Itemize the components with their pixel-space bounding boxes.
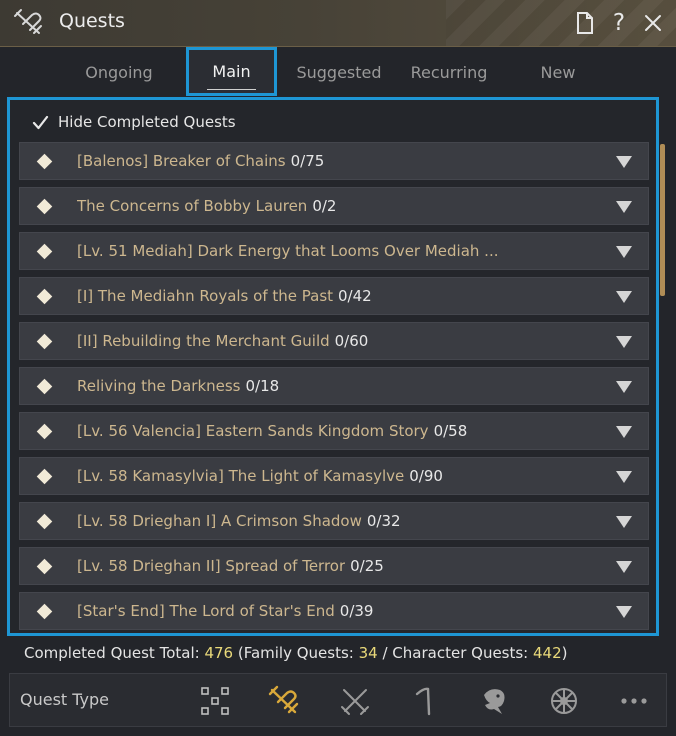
- expand-arrow-icon[interactable]: [616, 426, 632, 438]
- expand-arrow-icon[interactable]: [616, 156, 632, 168]
- quest-row[interactable]: [Lv. 58 Kamasylvia] The Light of Kamasyl…: [19, 457, 649, 495]
- hide-completed-label: Hide Completed Quests: [58, 113, 236, 131]
- quest-diamond-icon: [36, 468, 53, 484]
- quest-row[interactable]: [II] Rebuilding the Merchant Guild 0/60: [19, 322, 649, 360]
- expand-arrow-icon[interactable]: [616, 516, 632, 528]
- quest-tabs: Ongoing Main Suggested Recurring New: [0, 47, 676, 98]
- quest-name: [Lv. 51 Mediah] Dark Energy that Looms O…: [77, 242, 499, 260]
- family-quests-value: 34: [358, 644, 378, 662]
- expand-arrow-icon[interactable]: [616, 381, 632, 393]
- family-quests-label: (Family Quests:: [233, 644, 359, 662]
- window-title: Quests: [59, 10, 125, 32]
- quest-progress: 0/58: [433, 422, 468, 440]
- expand-arrow-icon[interactable]: [616, 471, 632, 483]
- hide-completed-checkbox[interactable]: [32, 114, 49, 131]
- quest-diamond-icon: [36, 198, 53, 214]
- quest-type-all-button[interactable]: [197, 683, 233, 719]
- quest-diamond-icon: [36, 243, 53, 259]
- quest-name: [Balenos] Breaker of Chains: [77, 152, 286, 170]
- tab-suggested[interactable]: Suggested: [283, 48, 395, 96]
- quest-type-combat-button[interactable]: [337, 683, 373, 719]
- scroll-quill-icon: [268, 685, 299, 714]
- quest-diamond-icon: [36, 423, 53, 439]
- quest-diamond-icon: [36, 603, 53, 619]
- quest-type-more-button[interactable]: [616, 683, 652, 719]
- ship-wheel-icon: [551, 688, 577, 714]
- tab-main[interactable]: Main: [186, 47, 277, 96]
- quest-name: Reliving the Darkness: [77, 377, 241, 395]
- quest-name: [Star's End] The Lord of Star's End: [77, 602, 335, 620]
- help-button[interactable]: ?: [606, 9, 632, 37]
- expand-arrow-icon[interactable]: [616, 336, 632, 348]
- quest-progress: 0/75: [290, 152, 325, 170]
- checkmark-icon: [32, 115, 49, 129]
- expand-arrow-icon[interactable]: [616, 201, 632, 213]
- title-bar[interactable]: Quests ?: [0, 0, 676, 47]
- quest-progress: 0/90: [409, 467, 443, 485]
- expand-arrow-icon[interactable]: [616, 606, 632, 618]
- quest-diamond-icon: [36, 513, 53, 529]
- quest-row[interactable]: [Lv. 56 Valencia] Eastern Sands Kingdom …: [19, 412, 649, 450]
- quest-diamond-icon: [36, 153, 53, 169]
- expand-arrow-icon[interactable]: [616, 561, 632, 573]
- document-icon: [577, 12, 593, 34]
- quest-progress: 0/18: [245, 377, 280, 395]
- quest-row[interactable]: [Balenos] Breaker of Chains 0/75: [19, 142, 649, 180]
- quest-row[interactable]: [Lv. 58 Drieghan II] Spread of Terror 0/…: [19, 547, 649, 585]
- quest-diamond-icon: [36, 378, 53, 394]
- quest-type-story-button[interactable]: [266, 683, 302, 719]
- gathering-tool-icon: [415, 687, 431, 716]
- character-quests-value: 442: [533, 644, 562, 662]
- completed-total-label: Completed Quest Total:: [24, 644, 205, 662]
- quest-row[interactable]: The Concerns of Bobby Lauren 0/2: [19, 187, 649, 225]
- quest-progress: 0/39: [339, 602, 374, 620]
- more-icon: [621, 698, 647, 704]
- quest-row[interactable]: [Star's End] The Lord of Star's End 0/39: [19, 592, 649, 630]
- summary-close-paren: ): [561, 644, 568, 662]
- quest-progress: 0/25: [350, 557, 384, 575]
- hide-completed-toggle[interactable]: Hide Completed Quests: [32, 110, 236, 134]
- quest-type-fishing-button[interactable]: [476, 683, 512, 719]
- document-button[interactable]: [572, 9, 598, 37]
- close-button[interactable]: [640, 9, 666, 37]
- expand-arrow-icon[interactable]: [616, 246, 632, 258]
- all-types-icon: [201, 687, 229, 715]
- quest-progress: 0/2: [312, 197, 337, 215]
- quest-name: [II] Rebuilding the Merchant Guild: [77, 332, 330, 350]
- scroll-quill-icon: [14, 9, 42, 34]
- quest-diamond-icon: [36, 558, 53, 574]
- quest-name: [Lv. 58 Drieghan I] A Crimson Shadow: [77, 512, 362, 530]
- tab-new[interactable]: New: [510, 48, 606, 96]
- quest-type-life-button[interactable]: [406, 683, 442, 719]
- quest-window: Quests ? Ongoing Main Suggested Recurrin…: [0, 0, 676, 736]
- quest-name: [Lv. 58 Drieghan II] Spread of Terror: [77, 557, 346, 575]
- quest-diamond-icon: [36, 333, 53, 349]
- completed-total-value: 476: [204, 644, 234, 662]
- character-quests-label: / Character Quests:: [377, 644, 534, 662]
- tab-ongoing[interactable]: Ongoing: [58, 48, 180, 96]
- quest-type-label: Quest Type: [20, 690, 110, 709]
- quest-row[interactable]: [I] The Mediahn Royals of the Past 0/42: [19, 277, 649, 315]
- quest-row[interactable]: Reliving the Darkness 0/18: [19, 367, 649, 405]
- quest-name: [Lv. 56 Valencia] Eastern Sands Kingdom …: [77, 422, 429, 440]
- quest-name: [I] The Mediahn Royals of the Past: [77, 287, 334, 305]
- quest-diamond-icon: [36, 288, 53, 304]
- quest-name: The Concerns of Bobby Lauren: [77, 197, 308, 215]
- quest-type-sailing-button[interactable]: [546, 683, 582, 719]
- crossed-swords-icon: [341, 689, 369, 715]
- quest-type-bar: Quest Type: [9, 673, 667, 727]
- quest-row[interactable]: [Lv. 51 Mediah] Dark Energy that Looms O…: [19, 232, 649, 270]
- quest-progress: 0/42: [338, 287, 372, 305]
- expand-arrow-icon[interactable]: [616, 291, 632, 303]
- quest-name: [Lv. 58 Kamasylvia] The Light of Kamasyl…: [77, 467, 405, 485]
- completed-quest-summary: Completed Quest Total: 476 (Family Quest…: [24, 644, 568, 662]
- quest-list-scrollbar[interactable]: [660, 144, 665, 296]
- quest-progress: 0/32: [366, 512, 401, 530]
- quest-row[interactable]: [Lv. 58 Drieghan I] A Crimson Shadow 0/3…: [19, 502, 649, 540]
- quest-progress: 0/60: [334, 332, 369, 350]
- tab-recurring[interactable]: Recurring: [398, 48, 500, 96]
- close-icon: [645, 15, 661, 31]
- fish-icon: [484, 689, 505, 714]
